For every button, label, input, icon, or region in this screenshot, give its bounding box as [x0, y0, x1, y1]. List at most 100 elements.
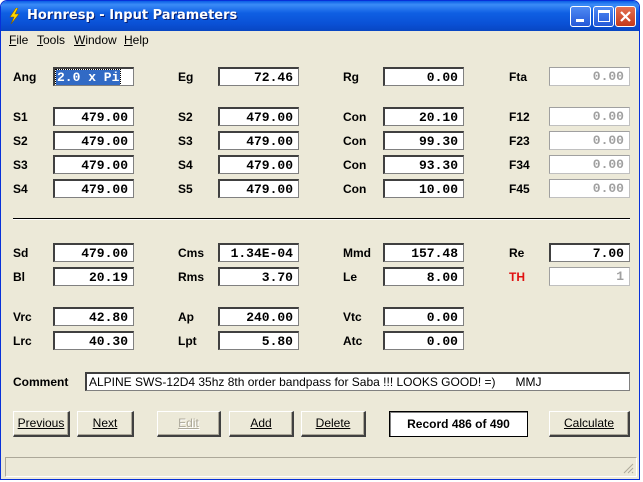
calculate-button-label: Calculate [563, 416, 615, 430]
window-title: Hornresp - Input Parameters [27, 8, 238, 23]
mmd-label: Mmd [343, 246, 371, 260]
resize-grip-icon[interactable] [622, 462, 634, 474]
s3-label: S3 [178, 134, 193, 148]
le-label: Le [343, 270, 358, 284]
lightning-bolt-icon [9, 8, 20, 24]
section-divider [13, 218, 630, 220]
s2-row-field[interactable]: 479.00 [53, 131, 134, 150]
s4-label: S4 [178, 158, 193, 172]
s3-row-field[interactable]: 479.00 [53, 155, 134, 174]
con2-field[interactable]: 99.30 [383, 131, 464, 150]
sd-field[interactable]: 479.00 [53, 243, 134, 262]
rg-field[interactable]: 0.00 [383, 67, 464, 86]
ang-label: Ang [13, 70, 37, 84]
th-label: TH [509, 270, 525, 284]
rms-field[interactable]: 3.70 [218, 267, 299, 286]
le-field[interactable]: 8.00 [383, 267, 464, 286]
f45-label: F45 [509, 182, 530, 196]
s4-row-label: S4 [13, 182, 28, 196]
menu-window[interactable]: Window [74, 33, 117, 47]
lpt-field[interactable]: 5.80 [218, 331, 299, 350]
f12-field: 0.00 [549, 107, 630, 126]
f34-label: F34 [509, 158, 530, 172]
f12-label: F12 [509, 110, 530, 124]
cms-field[interactable]: 1.34E-04 [218, 243, 299, 262]
f34-field: 0.00 [549, 155, 630, 174]
close-button[interactable] [615, 6, 636, 27]
ang-field[interactable]: 2.0 x Pi [53, 67, 134, 86]
sd-label: Sd [13, 246, 29, 260]
eg-field[interactable]: 72.46 [218, 67, 299, 86]
edit-button: Edit [157, 411, 221, 437]
s3-row-label: S3 [13, 158, 28, 172]
con1-field[interactable]: 20.10 [383, 107, 464, 126]
con4-field[interactable]: 10.00 [383, 179, 464, 198]
comment-field[interactable]: ALPINE SWS-12D4 35hz 8th order bandpass … [85, 372, 630, 391]
ap-field[interactable]: 240.00 [218, 307, 299, 326]
bl-field[interactable]: 20.19 [53, 267, 134, 286]
edit-button-label: Edit [178, 416, 199, 430]
s5-field[interactable]: 479.00 [218, 179, 299, 198]
re-label: Re [509, 246, 525, 260]
s4-row-field[interactable]: 479.00 [53, 179, 134, 198]
f23-label: F23 [509, 134, 530, 148]
fta-field: 0.00 [549, 67, 630, 86]
add-button-label: Add [250, 416, 272, 430]
menu-file[interactable]: File [9, 33, 28, 47]
f45-field: 0.00 [549, 179, 630, 198]
s1-label: S1 [13, 110, 28, 124]
vtc-label: Vtc [343, 310, 362, 324]
con3-label: Con [343, 158, 367, 172]
menu-bar: File Tools Window Help [1, 31, 639, 49]
con4-label: Con [343, 182, 367, 196]
s3-field[interactable]: 479.00 [218, 131, 299, 150]
atc-label: Atc [343, 334, 363, 348]
vtc-field[interactable]: 0.00 [383, 307, 464, 326]
con3-field[interactable]: 93.30 [383, 155, 464, 174]
record-indicator: Record 486 of 490 [389, 411, 528, 437]
vrc-label: Vrc [13, 310, 32, 324]
delete-button[interactable]: Delete [301, 411, 366, 437]
vrc-field[interactable]: 42.80 [53, 307, 134, 326]
ap-label: Ap [178, 310, 194, 324]
fta-label: Fta [509, 70, 527, 84]
bl-label: Bl [13, 270, 25, 284]
mmd-field[interactable]: 157.48 [383, 243, 464, 262]
s4-field[interactable]: 479.00 [218, 155, 299, 174]
s5-label: S5 [178, 182, 193, 196]
delete-button-label: Delete [315, 416, 351, 430]
menu-help[interactable]: Help [124, 33, 149, 47]
re-field[interactable]: 7.00 [549, 243, 630, 262]
minimize-button[interactable] [570, 6, 591, 27]
add-button[interactable]: Add [229, 411, 294, 437]
maximize-button[interactable] [593, 6, 614, 27]
con1-label: Con [343, 110, 367, 124]
s2-label: S2 [178, 110, 193, 124]
s2-row-label: S2 [13, 134, 28, 148]
comment-label: Comment [13, 375, 69, 389]
s1-field[interactable]: 479.00 [53, 107, 134, 126]
status-bar [5, 457, 637, 477]
close-icon [620, 11, 631, 22]
previous-button[interactable]: Previous [13, 411, 70, 437]
f23-field: 0.00 [549, 131, 630, 150]
cms-label: Cms [178, 246, 205, 260]
hornresp-window: Hornresp - Input Parameters File Tools W… [0, 0, 640, 480]
calculate-button[interactable]: Calculate [549, 411, 630, 437]
next-button-label: Next [92, 416, 118, 430]
lpt-label: Lpt [178, 334, 197, 348]
next-button[interactable]: Next [77, 411, 134, 437]
s2-field[interactable]: 479.00 [218, 107, 299, 126]
rms-label: Rms [178, 270, 205, 284]
minimize-icon [576, 19, 584, 22]
eg-label: Eg [178, 70, 194, 84]
menu-tools[interactable]: Tools [37, 33, 65, 47]
maximize-icon [598, 10, 610, 22]
lrc-label: Lrc [13, 334, 32, 348]
previous-button-label: Previous [17, 416, 65, 430]
con2-label: Con [343, 134, 367, 148]
lrc-field[interactable]: 40.30 [53, 331, 134, 350]
title-bar[interactable]: Hornresp - Input Parameters [1, 1, 639, 31]
th-field: 1 [549, 267, 630, 286]
atc-field[interactable]: 0.00 [383, 331, 464, 350]
